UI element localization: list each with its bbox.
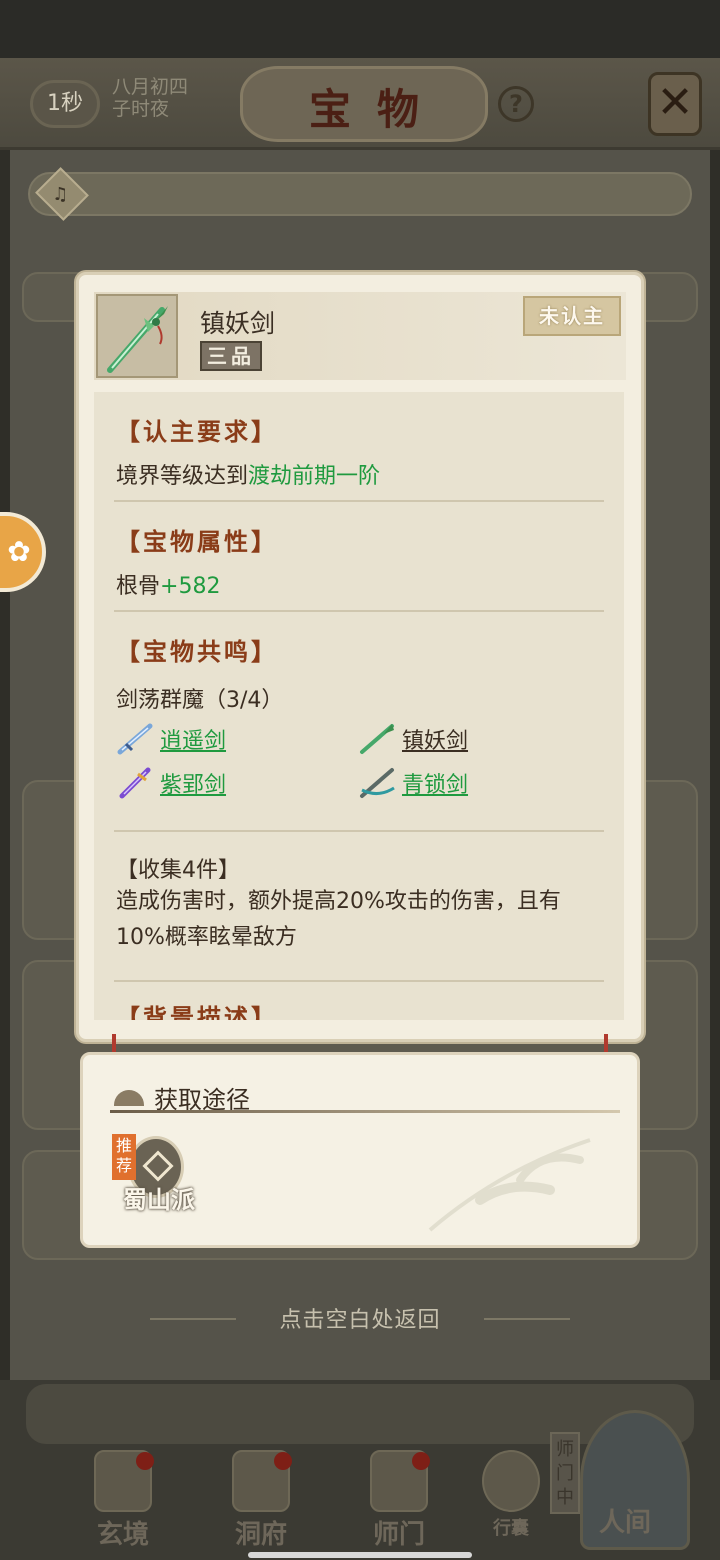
resonance-item[interactable]: 紫郢剑 xyxy=(116,766,226,800)
nav-item-renjian-label: 人间 xyxy=(580,1500,670,1560)
resonance-item[interactable]: 逍遥剑 xyxy=(116,722,226,756)
recommend-tag: 推荐 xyxy=(112,1134,136,1180)
nav-label: 师门 xyxy=(372,1520,425,1550)
help-button[interactable]: ? xyxy=(498,86,534,122)
divider xyxy=(114,830,604,832)
gamepad-icon: ✿ xyxy=(7,535,31,568)
source-divider xyxy=(110,1110,620,1113)
status-bar xyxy=(0,0,720,58)
requirement-title: 【认主要求】 xyxy=(116,417,278,446)
resonance-item-name[interactable]: 逍遥剑 xyxy=(160,723,226,755)
divider xyxy=(114,980,604,982)
background-title: 【背景描述】 xyxy=(116,1003,278,1020)
requirement-value: 渡劫前期一阶 xyxy=(248,464,381,489)
teal-sword-icon xyxy=(360,768,395,798)
nav-label: 行囊 xyxy=(493,1518,529,1539)
game-date: 八月初四 子时夜 xyxy=(112,76,188,120)
nav-label: 玄境 xyxy=(96,1520,149,1550)
requirement-prefix: 境界等级达到 xyxy=(116,464,249,489)
back-hint[interactable]: 点击空白处返回 xyxy=(0,1302,720,1334)
timer-badge: 1秒 xyxy=(30,80,100,128)
item-name: 镇妖剑 xyxy=(200,309,276,338)
divider xyxy=(114,610,604,612)
page-title: 宝物 xyxy=(308,85,445,134)
blue-sword-icon xyxy=(117,723,153,755)
nav-item-shimen[interactable]: 师门 xyxy=(354,1450,444,1550)
set-bonus-title: 【收集4件】 xyxy=(116,858,240,883)
nav-label: 人间 xyxy=(598,1508,651,1538)
attribute-name: 根骨 xyxy=(116,574,161,599)
date-line-1: 八月初四 xyxy=(112,76,189,98)
notification-dot xyxy=(136,1452,154,1470)
item-detail-scroll[interactable]: 【认主要求】 境界等级达到渡劫前期一阶 【宝物属性】 根骨+582 【宝物共鸣】… xyxy=(94,392,624,1020)
resonance-title: 【宝物共鸣】 xyxy=(116,637,278,666)
green-sword-icon xyxy=(96,294,178,378)
background-search-bar xyxy=(28,172,692,216)
purple-sword-icon xyxy=(119,767,151,799)
attributes-title: 【宝物属性】 xyxy=(116,527,278,556)
notification-dot xyxy=(412,1452,430,1470)
resonance-item-name[interactable]: 镇妖剑 xyxy=(402,723,468,755)
bag-icon xyxy=(482,1450,540,1512)
close-button[interactable]: ✕ xyxy=(648,72,702,136)
grade-badge: 三品 xyxy=(200,341,262,371)
attribute-value: +582 xyxy=(160,574,221,599)
nav-item-xingnang[interactable]: 行囊 xyxy=(466,1450,556,1550)
set-bonus-text: 造成伤害时，额外提高20%攻击的伤害，且有10%概率眩晕敌方 xyxy=(116,889,561,950)
close-crossed-icon: ✕ xyxy=(656,77,694,128)
requirement-text: 境界等级达到渡劫前期一阶 xyxy=(116,458,380,490)
resonance-item[interactable]: 镇妖剑 xyxy=(358,722,468,756)
resonance-set-name: 剑荡群魔（3/4） xyxy=(116,688,284,713)
resonance-item-name[interactable]: 青锁剑 xyxy=(402,767,468,799)
home-indicator xyxy=(248,1552,472,1558)
resonance-item[interactable]: 青锁剑 xyxy=(358,766,468,800)
divider xyxy=(114,500,604,502)
shimen-status-tag: 师门中 xyxy=(550,1432,580,1514)
green-sword-icon xyxy=(360,724,394,754)
bamboo-decoration xyxy=(428,1138,591,1232)
nav-item-dongfu[interactable]: 洞府 xyxy=(216,1450,306,1550)
nav-item-xuanjing[interactable]: 玄境 xyxy=(78,1450,168,1550)
date-line-2: 子时夜 xyxy=(112,98,170,120)
back-hint-line-right xyxy=(484,1318,570,1320)
bind-status-badge: 未认主 xyxy=(523,296,621,336)
notification-dot xyxy=(274,1452,292,1470)
sect-name[interactable]: 蜀山派 xyxy=(114,1180,204,1215)
resonance-item-name[interactable]: 紫郢剑 xyxy=(160,767,226,799)
attribute-row: 根骨+582 xyxy=(116,568,220,600)
nav-label: 洞府 xyxy=(234,1520,287,1550)
